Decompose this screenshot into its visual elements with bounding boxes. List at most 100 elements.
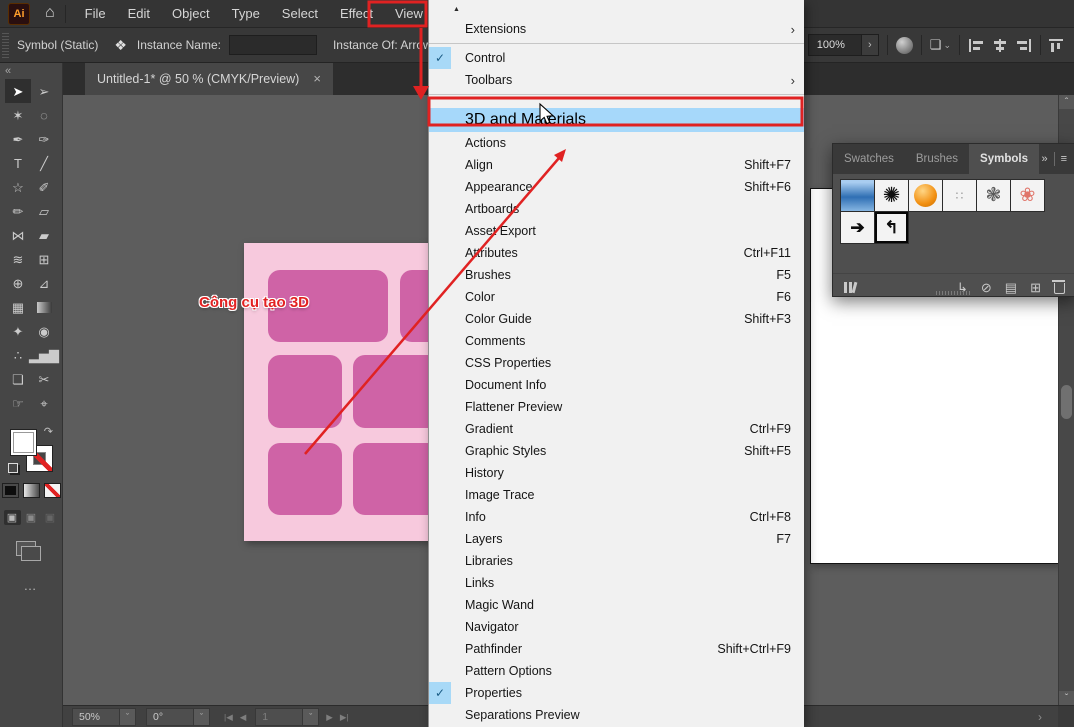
type-tool[interactable]: T xyxy=(5,151,31,175)
window-menu-item[interactable]: ✓ Pathfinder Shift+Ctrl+F9 xyxy=(429,638,804,660)
previous-artboard-icon[interactable]: ◀ xyxy=(240,712,247,723)
window-menu-item[interactable]: ✓ Properties xyxy=(429,682,804,704)
artwork-rounded-rect[interactable] xyxy=(268,443,342,515)
artboard-options-icon[interactable]: ❏⌄ xyxy=(930,37,951,53)
menu-scroll-up-icon[interactable]: ▲ xyxy=(429,0,804,18)
zoom-level-expand-icon[interactable]: › xyxy=(861,35,878,55)
perspective-grid-tool[interactable]: ⊿ xyxy=(31,271,57,295)
window-menu-item[interactable]: ✓ Links xyxy=(429,572,804,594)
panel-tab[interactable]: Brushes xyxy=(905,144,969,174)
symbol-arrow-right[interactable]: ➔ xyxy=(841,212,874,243)
window-menu-item[interactable]: ✓ Graphic Styles Shift+F5 xyxy=(429,440,804,462)
scrollbar-thumb[interactable] xyxy=(1061,385,1072,419)
window-menu-item[interactable]: ✓ Image Trace xyxy=(429,484,804,506)
window-menu-item[interactable]: ✓ Align Shift+F7 xyxy=(429,154,804,176)
close-tab-icon[interactable]: × xyxy=(313,71,321,86)
menubar-item[interactable]: Effect xyxy=(329,0,384,27)
chevron-down-icon[interactable]: ˇ xyxy=(193,709,209,725)
zoom-level-field[interactable]: 100% › xyxy=(808,34,879,56)
chevron-down-icon[interactable]: ˇ xyxy=(302,709,318,725)
symbol-options-icon[interactable]: ▤ xyxy=(1005,281,1017,294)
gradient-tool[interactable]: ▥ xyxy=(31,295,57,319)
symbol-flower[interactable]: ❀ xyxy=(1011,180,1044,211)
artwork-rounded-rect[interactable] xyxy=(268,355,342,428)
chevron-down-icon[interactable]: ˇ xyxy=(119,709,135,725)
document-tab[interactable]: Untitled-1* @ 50 % (CMYK/Preview) × xyxy=(85,62,333,95)
mesh-tool[interactable]: ▦ xyxy=(5,295,31,319)
paintbrush-tool[interactable]: ✐ xyxy=(31,175,57,199)
menubar-item[interactable]: Edit xyxy=(117,0,161,27)
rotation-select[interactable]: 0° ˇ xyxy=(146,708,210,726)
fill-color-swatch[interactable] xyxy=(10,429,37,456)
break-link-icon[interactable]: ⊘ xyxy=(981,281,992,294)
shear-tool[interactable]: ▰ xyxy=(31,223,57,247)
menu-item-extensions[interactable]: ✓ Extensions › xyxy=(429,18,804,40)
slice-tool[interactable]: ✂ xyxy=(31,367,57,391)
last-artboard-icon[interactable]: ▶| xyxy=(340,712,349,723)
window-menu-item[interactable]: ✓ Document Info xyxy=(429,374,804,396)
menubar-item[interactable]: Type xyxy=(221,0,271,27)
edit-toolbar-icon[interactable]: … xyxy=(0,578,62,593)
selection-tool[interactable]: ➤ xyxy=(5,79,31,103)
menubar-item[interactable]: Select xyxy=(271,0,329,27)
blend-tool[interactable]: ◉ xyxy=(31,319,57,343)
symbol-sketch-marks[interactable]: ∷ xyxy=(943,180,976,211)
change-screen-mode-icon[interactable] xyxy=(16,541,36,556)
pencil-tool[interactable]: ✏ xyxy=(5,199,31,223)
artboard-tool[interactable]: ❏ xyxy=(5,367,31,391)
window-menu-item[interactable]: ✓ Layers F7 xyxy=(429,528,804,550)
color-button[interactable] xyxy=(2,483,19,498)
collapse-panel-icon[interactable]: « xyxy=(0,62,62,79)
line-segment-tool[interactable]: ╱ xyxy=(31,151,57,175)
menu-item-toolbars[interactable]: ✓ Toolbars › xyxy=(429,69,804,91)
artwork-rounded-rect[interactable] xyxy=(353,355,434,428)
artboard-pink[interactable] xyxy=(244,243,434,541)
expand-panel-icon[interactable]: » xyxy=(1041,153,1047,165)
panel-grip[interactable] xyxy=(2,32,9,58)
symbol-blue-banner[interactable] xyxy=(841,180,874,211)
artboard-number-select[interactable]: 1 ˇ xyxy=(255,708,319,726)
symbol-libraries-icon[interactable] xyxy=(843,281,858,293)
draw-inside-mode[interactable]: ▣ xyxy=(42,510,59,525)
free-transform-tool[interactable]: ⊞ xyxy=(31,247,57,271)
window-menu-item[interactable]: ✓ Separations Preview xyxy=(429,704,804,726)
direct-selection-tool[interactable]: ➢ xyxy=(31,79,57,103)
column-graph-tool[interactable]: ▂▅▇ xyxy=(31,343,57,367)
symbol-wreath[interactable]: ❃ xyxy=(977,180,1010,211)
scroll-down-icon[interactable]: ˇ xyxy=(1059,691,1074,705)
symbol-arrow-bent[interactable]: ↰ xyxy=(875,212,908,243)
vertical-align-top-icon[interactable] xyxy=(1049,39,1064,52)
window-menu-item[interactable]: ✓ History xyxy=(429,462,804,484)
shape-builder-tool[interactable]: ⊕ xyxy=(5,271,31,295)
draw-behind-mode[interactable]: ▣ xyxy=(23,510,40,525)
menubar-item[interactable]: View xyxy=(384,0,434,27)
window-menu-item[interactable]: ✓ Brushes F5 xyxy=(429,264,804,286)
window-menu-item[interactable]: ✓ Gradient Ctrl+F9 xyxy=(429,418,804,440)
default-fill-stroke-icon[interactable] xyxy=(8,463,18,473)
hand-tool[interactable]: ☞ xyxy=(5,391,31,415)
window-menu-item[interactable]: ✓ Asset Export xyxy=(429,220,804,242)
align-right-icon[interactable] xyxy=(1016,39,1032,52)
window-menu-item[interactable]: ✓ Libraries xyxy=(429,550,804,572)
window-menu-item[interactable]: ✓ Comments xyxy=(429,330,804,352)
window-menu-item[interactable]: ✓ Flattener Preview xyxy=(429,396,804,418)
puppet-warp-tool[interactable]: ≋ xyxy=(5,247,31,271)
symbol-ink-splat[interactable]: ✺ xyxy=(875,180,908,211)
zoom-select[interactable]: 50% ˇ xyxy=(72,708,136,726)
window-menu-item[interactable]: ✓ Attributes Ctrl+F11 xyxy=(429,242,804,264)
window-menu-item[interactable]: ✓ Color F6 xyxy=(429,286,804,308)
artwork-rounded-rect[interactable] xyxy=(353,443,434,515)
curvature-tool[interactable]: ✑ xyxy=(31,127,57,151)
instance-name-input[interactable] xyxy=(229,35,317,55)
delete-symbol-icon[interactable] xyxy=(1054,283,1065,294)
magic-wand-tool[interactable]: ✶ xyxy=(5,103,31,127)
menu-item-control[interactable]: ✓ Control xyxy=(429,47,804,69)
swap-fill-stroke-icon[interactable]: ↷ xyxy=(44,425,53,438)
next-artboard-icon[interactable]: ▶ xyxy=(326,712,333,723)
align-center-icon[interactable] xyxy=(992,39,1008,52)
zoom-tool[interactable]: ⌖ xyxy=(31,391,57,415)
menubar-item[interactable]: File xyxy=(74,0,117,27)
pen-tool[interactable]: ✒ xyxy=(5,127,31,151)
panel-menu-icon[interactable]: ≡ xyxy=(1061,153,1067,165)
align-left-icon[interactable] xyxy=(968,39,984,52)
